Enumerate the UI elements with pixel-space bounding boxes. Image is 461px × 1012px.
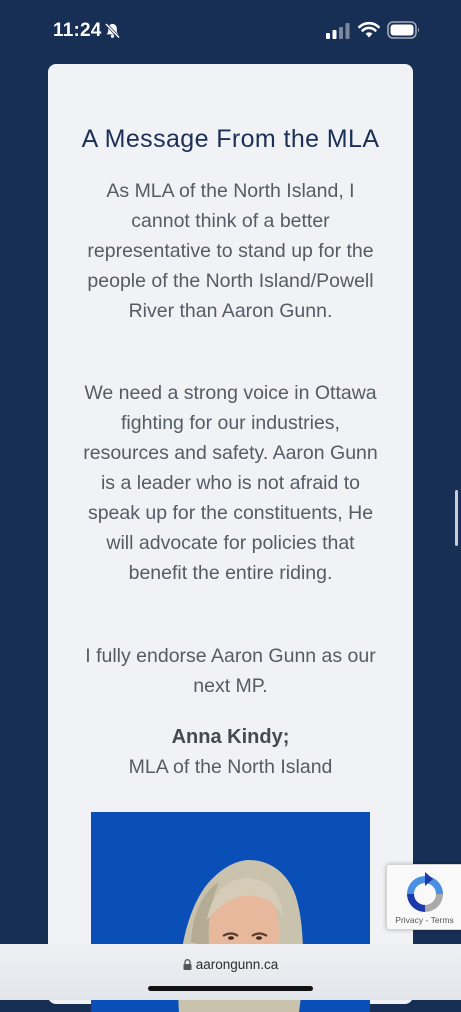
home-indicator xyxy=(148,986,313,991)
privacy-link[interactable]: Privacy xyxy=(395,915,423,925)
terms-link[interactable]: Terms xyxy=(431,915,454,925)
recaptcha-icon xyxy=(407,872,443,912)
link-separator: - xyxy=(423,915,431,925)
status-time: 11:24 xyxy=(53,20,102,41)
url-display[interactable]: aarongunn.ca xyxy=(0,957,461,972)
bell-slash-icon xyxy=(104,22,121,39)
lock-icon xyxy=(183,959,192,970)
recaptcha-badge[interactable]: Privacy - Terms xyxy=(386,864,461,930)
url-text: aarongunn.ca xyxy=(195,957,279,972)
recaptcha-links: Privacy - Terms xyxy=(387,915,461,925)
wifi-icon xyxy=(358,21,380,38)
status-bar: 11:24 xyxy=(0,0,461,62)
browser-address-bar[interactable]: aarongunn.ca xyxy=(0,944,461,1000)
message-paragraph: We need a strong voice in Ottawa fightin… xyxy=(83,382,378,584)
section-title: A Message From the MLA xyxy=(81,124,380,153)
signer-title: MLA of the North Island xyxy=(128,756,333,778)
battery-icon xyxy=(387,21,419,39)
cellular-signal-icon xyxy=(326,23,350,39)
scrollbar-thumb[interactable] xyxy=(455,490,458,546)
mla-message-card: A Message From the MLA As MLA of the Nor… xyxy=(48,64,413,1012)
message-paragraph: As MLA of the North Island, I cannot thi… xyxy=(87,180,374,322)
message-paragraph: I fully endorse Aaron Gunn as our next M… xyxy=(85,645,376,697)
signer-name: Anna Kindy; xyxy=(171,726,290,748)
